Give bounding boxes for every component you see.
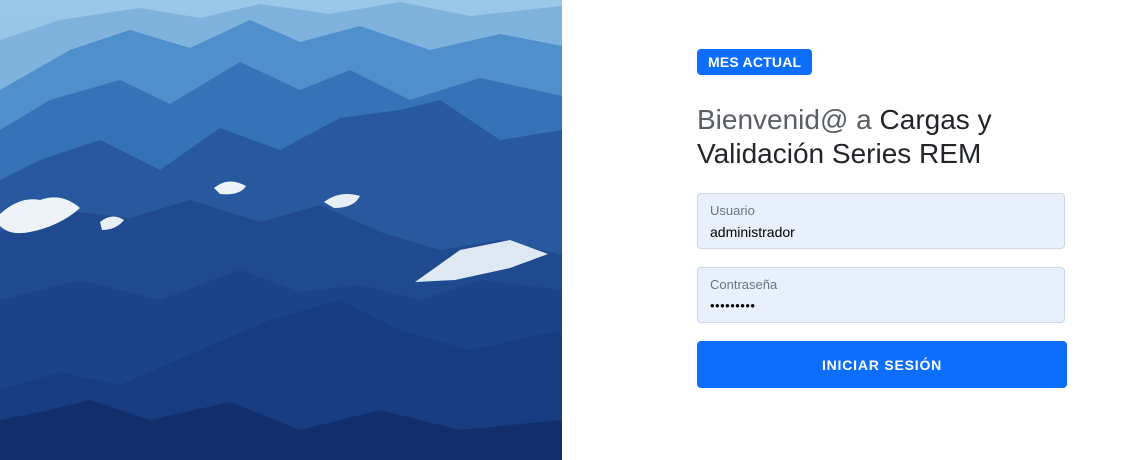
page-title: Bienvenid@ a Cargas y Validación Series … (697, 103, 1057, 171)
username-input[interactable]: administrador (710, 224, 1052, 240)
password-label: Contraseña (710, 277, 778, 292)
title-prefix: Bienvenid@ a (697, 104, 880, 135)
username-label: Usuario (710, 203, 755, 218)
mountain-landscape-image (0, 0, 562, 460)
current-month-badge[interactable]: MES ACTUAL (697, 49, 813, 75)
password-input[interactable]: ••••••••• (710, 298, 1052, 314)
password-field[interactable]: Contraseña ••••••••• (697, 267, 1065, 323)
login-button[interactable]: INICIAR SESIÓN (697, 341, 1067, 388)
username-field[interactable]: Usuario administrador (697, 193, 1065, 249)
login-panel: MES ACTUAL Bienvenid@ a Cargas y Validac… (562, 0, 1128, 460)
login-page: MES ACTUAL Bienvenid@ a Cargas y Validac… (0, 0, 1128, 460)
